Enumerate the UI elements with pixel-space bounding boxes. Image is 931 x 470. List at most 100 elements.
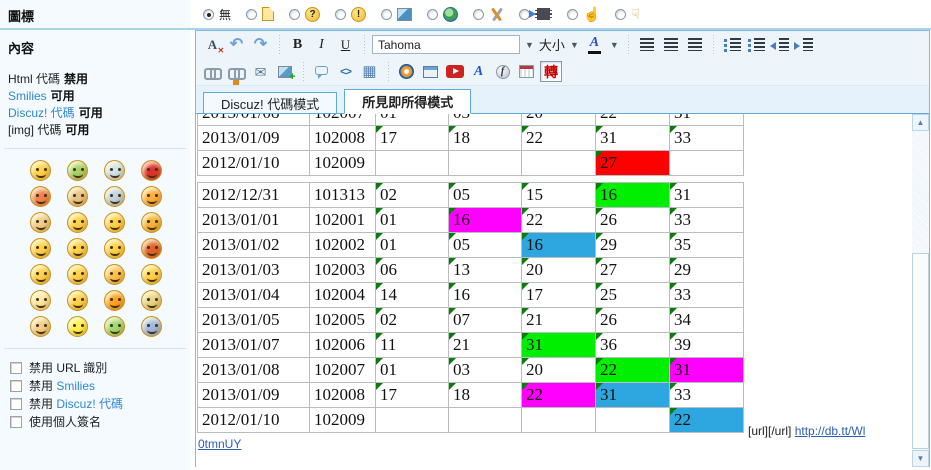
scrollbar-thumb[interactable]	[912, 253, 929, 449]
insert-flash-text-button[interactable]: A	[468, 61, 489, 82]
smiley-cry[interactable]	[104, 212, 125, 233]
smiley-call-person[interactable]	[67, 160, 88, 181]
icon-option-exclaim[interactable]: !	[335, 7, 366, 22]
date-cell[interactable]: 2012/01/10	[198, 151, 310, 176]
icon-option-picture[interactable]	[381, 8, 412, 21]
number-cell[interactable]: 22	[596, 358, 670, 383]
number-cell[interactable]: 31	[522, 333, 596, 358]
number-cell[interactable]: 35	[670, 233, 744, 258]
number-cell[interactable]	[449, 408, 522, 433]
insert-table-button[interactable]: ▦	[359, 61, 380, 82]
date-cell[interactable]: 2013/01/04	[198, 283, 310, 308]
id-cell[interactable]: 102008	[310, 126, 376, 151]
smiley-lol[interactable]	[141, 316, 162, 337]
number-cell[interactable]: 07	[449, 308, 522, 333]
remove-link-button[interactable]	[226, 61, 247, 82]
number-cell[interactable]: 21	[522, 308, 596, 333]
smiley-dizzy[interactable]	[141, 290, 162, 311]
convert-button[interactable]: 轉	[540, 61, 562, 82]
number-cell[interactable]: 17	[376, 126, 449, 151]
bold-button[interactable]: B	[287, 34, 308, 55]
number-cell[interactable]: 05	[449, 183, 522, 208]
icon-option-thumbdown[interactable]: ☟	[615, 7, 640, 21]
smiley-cool[interactable]	[67, 290, 88, 311]
insert-image-button[interactable]	[274, 61, 295, 82]
number-cell[interactable]	[522, 151, 596, 176]
wysiwyg-content-area[interactable]: 2013/01/08 102007 01 03 20 22	[196, 114, 929, 467]
icon-option-none[interactable]: 無	[203, 6, 231, 23]
smiley-handshake[interactable]	[67, 186, 88, 207]
tab-wysiwyg-mode[interactable]: 所見即所得模式	[344, 89, 471, 114]
smiley-surprised[interactable]	[30, 264, 51, 285]
date-cell[interactable]: 2013/01/08	[198, 358, 310, 383]
number-cell[interactable]: 16	[449, 283, 522, 308]
smiley-titter[interactable]	[141, 264, 162, 285]
smiley-blush[interactable]	[141, 186, 162, 207]
tab-discuz-code-mode[interactable]: Discuz! 代碼模式	[203, 92, 337, 114]
smiley-sweat[interactable]	[104, 316, 125, 337]
number-cell[interactable]: 18	[449, 126, 522, 151]
smiley-victory-hand[interactable]	[30, 212, 51, 233]
insert-flash-button[interactable]: f	[492, 61, 513, 82]
icon-option-film[interactable]	[519, 8, 552, 20]
date-cell[interactable]: 2013/01/02	[198, 233, 310, 258]
number-cell[interactable]: 20	[522, 358, 596, 383]
id-cell[interactable]: 101313	[310, 183, 376, 208]
number-cell[interactable]: 33	[670, 383, 744, 408]
checkbox[interactable]	[10, 362, 22, 374]
align-center-button[interactable]	[661, 34, 682, 55]
number-cell[interactable]: 25	[596, 283, 670, 308]
number-cell[interactable]: 29	[596, 233, 670, 258]
icon-option-thumbup[interactable]: ☝	[567, 7, 600, 21]
number-cell[interactable]: 15	[522, 183, 596, 208]
smiley-annoyed[interactable]	[141, 212, 162, 233]
align-left-button[interactable]	[637, 34, 658, 55]
color-dropdown-arrow[interactable]: ▼	[610, 40, 619, 50]
radio-button[interactable]	[335, 9, 346, 20]
insert-email-button[interactable]: ✉	[250, 61, 271, 82]
icon-option-globe[interactable]	[427, 7, 458, 22]
number-cell[interactable]: 33	[670, 283, 744, 308]
number-cell[interactable]: 31	[596, 126, 670, 151]
number-cell[interactable]: 03	[449, 358, 522, 383]
smiley-shy[interactable]	[104, 264, 125, 285]
number-cell[interactable]: 20	[522, 114, 596, 126]
undo-button[interactable]: ↶	[226, 34, 247, 55]
number-cell[interactable]: 16	[449, 208, 522, 233]
scroll-up-button[interactable]: ▲	[912, 114, 929, 131]
date-cell[interactable]: 2013/01/03	[198, 258, 310, 283]
number-cell[interactable]	[376, 408, 449, 433]
underline-button[interactable]: U	[335, 34, 356, 55]
number-cell[interactable]: 17	[376, 383, 449, 408]
number-cell[interactable]: 31	[670, 114, 744, 126]
number-cell[interactable]: 33	[670, 126, 744, 151]
number-cell[interactable]	[449, 151, 522, 176]
post-option-row[interactable]: 禁用 Discuz! 代碼	[10, 395, 190, 413]
italic-button[interactable]: I	[311, 34, 332, 55]
date-cell[interactable]: 2013/01/09	[198, 383, 310, 408]
size-dropdown-arrow[interactable]: ▼	[570, 40, 579, 50]
radio-button[interactable]	[289, 9, 300, 20]
checkbox[interactable]	[10, 380, 22, 392]
insert-youtube-button[interactable]	[444, 61, 465, 82]
number-cell[interactable]: 21	[449, 333, 522, 358]
number-cell[interactable]: 02	[376, 308, 449, 333]
insert-calendar-button[interactable]	[516, 61, 537, 82]
smiley-rolleyes[interactable]	[30, 160, 51, 181]
icon-option-page[interactable]	[246, 7, 274, 21]
id-cell[interactable]: 102007	[310, 358, 376, 383]
date-cell[interactable]: 2012/12/31	[198, 183, 310, 208]
radio-button[interactable]	[473, 9, 484, 20]
redo-button[interactable]: ↷	[250, 34, 271, 55]
id-cell[interactable]: 102008	[310, 383, 376, 408]
smiley-grin[interactable]	[67, 212, 88, 233]
id-cell[interactable]: 102009	[310, 408, 376, 433]
smiley-shocked-glasses[interactable]	[30, 186, 51, 207]
id-cell[interactable]: 102007	[310, 114, 376, 126]
number-cell[interactable]: 27	[596, 258, 670, 283]
icon-option-question[interactable]: ?	[289, 7, 320, 22]
number-cell[interactable]: 01	[376, 233, 449, 258]
align-right-button[interactable]	[685, 34, 706, 55]
number-cell[interactable]: 33	[670, 208, 744, 233]
number-cell[interactable]: 01	[376, 358, 449, 383]
